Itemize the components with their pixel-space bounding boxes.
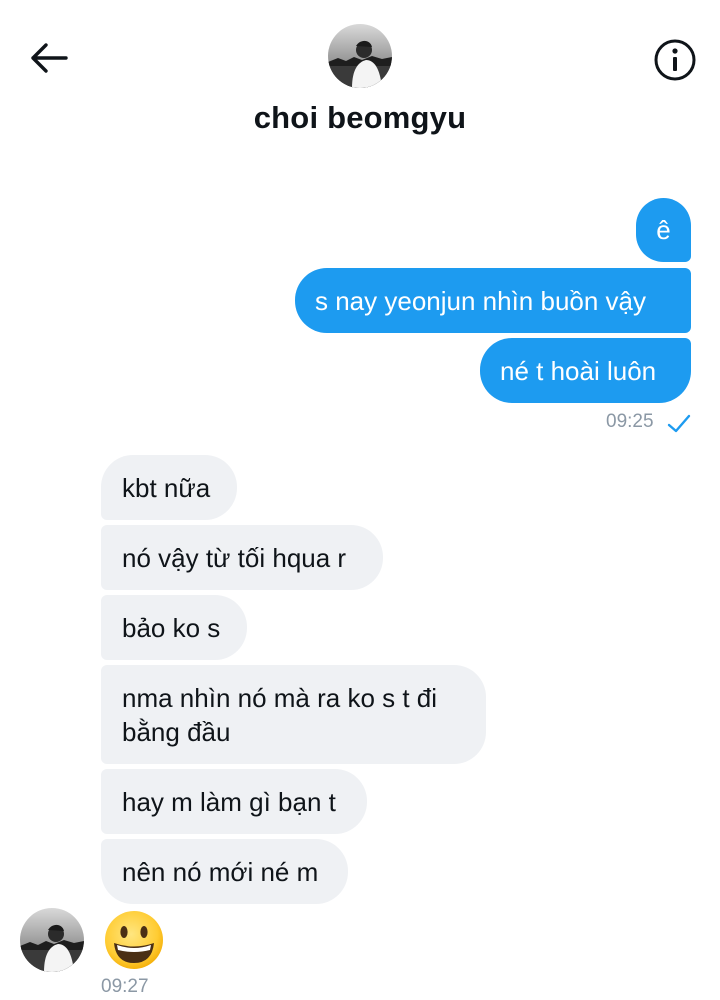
sent-message[interactable]: s nay yeonjun nhìn buồn vậy xyxy=(295,268,691,333)
sent-message[interactable]: ê xyxy=(636,198,691,262)
sender-avatar[interactable] xyxy=(20,908,84,972)
check-icon xyxy=(667,414,691,433)
dm-conversation-screen: choi beomgyu ê s nay yeonjun nhìn buồn v… xyxy=(0,0,720,1000)
contact-name[interactable]: choi beomgyu xyxy=(0,100,720,136)
info-button[interactable] xyxy=(652,37,698,83)
received-message[interactable]: hay m làm gì bạn t xyxy=(101,769,367,834)
emoji-message[interactable] xyxy=(102,908,166,972)
received-message[interactable]: nên nó mới né m xyxy=(101,839,348,904)
received-message[interactable]: nma nhìn nó mà ra ko s t đi bằng đầu xyxy=(101,665,486,764)
received-message[interactable]: nó vậy từ tối hqua r xyxy=(101,525,383,590)
received-message[interactable]: kbt nữa xyxy=(101,455,237,520)
arrow-left-icon xyxy=(31,43,68,73)
info-icon xyxy=(654,39,696,81)
sent-timestamp: 09:25 xyxy=(606,411,654,432)
back-button[interactable] xyxy=(26,36,70,80)
contact-avatar[interactable] xyxy=(328,24,392,88)
received-timestamp: 09:27 xyxy=(101,976,149,997)
sent-message[interactable]: né t hoài luôn xyxy=(480,338,691,403)
grinning-face-emoji-icon xyxy=(105,911,163,969)
received-message[interactable]: bảo ko s xyxy=(101,595,247,660)
